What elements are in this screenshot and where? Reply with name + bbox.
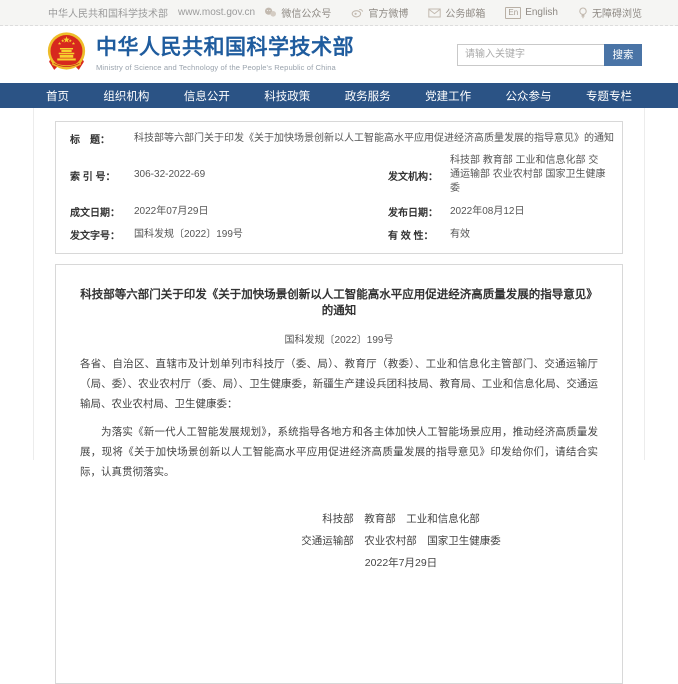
mail-icon — [428, 8, 441, 18]
document-paragraph: 各省、自治区、直辖市及计划单列市科技厅（委、局）、教育厅（教委）、工业和信息化主… — [80, 354, 598, 414]
meta-title-value: 科技部等六部门关于印发《关于加快场景创新以人工智能高水平应用促进经济高质量发展的… — [134, 128, 610, 150]
meta-validity-value: 有效 — [450, 224, 610, 246]
nav-item-home[interactable]: 首页 — [46, 88, 69, 104]
accessibility-icon — [578, 7, 588, 19]
document-body: 科技部等六部门关于印发《关于加快场景创新以人工智能高水平应用促进经济高质量发展的… — [55, 264, 623, 684]
document-paragraph: 为落实《新一代人工智能发展规划》，系统指导各地方和各主体加快人工智能场景应用，推… — [80, 422, 598, 482]
accessibility-link[interactable]: 无障碍浏览 — [578, 5, 642, 20]
document-metadata-table: 标 题： 科技部等六部门关于印发《关于加快场景创新以人工智能高水平应用促进经济高… — [55, 121, 623, 254]
site-url: www.most.gov.cn — [178, 7, 255, 18]
accessibility-label: 无障碍浏览 — [592, 5, 642, 20]
meta-written-date-label: 成文日期： — [70, 200, 134, 223]
signature-line: 科技部 教育部 工业和信息化部 — [142, 508, 660, 530]
meta-publish-date-value: 2022年08月12日 — [450, 201, 610, 223]
signature-line: 交通运输部 农业农村部 国家卫生健康委 — [142, 530, 660, 552]
signature-block: 科技部 教育部 工业和信息化部 交通运输部 农业农村部 国家卫生健康委 2022… — [142, 508, 660, 574]
mail-link[interactable]: 公务邮箱 — [428, 5, 485, 20]
weibo-icon — [351, 7, 364, 18]
nav-item-info-disclosure[interactable]: 信息公开 — [184, 88, 230, 104]
meta-index-label: 索 引 号： — [70, 164, 134, 187]
site-identity: 中华人民共和国科学技术部 www.most.gov.cn — [48, 5, 255, 20]
brand-text: 中华人民共和国科学技术部 Ministry of Science and Tec… — [96, 37, 354, 71]
main-nav: 首页 组织机构 信息公开 科技政策 政务服务 党建工作 公众参与 专题专栏 — [0, 83, 678, 108]
document-title: 科技部等六部门关于印发《关于加快场景创新以人工智能高水平应用促进经济高质量发展的… — [80, 287, 598, 319]
site-header: 中华人民共和国科学技术部 Ministry of Science and Tec… — [0, 26, 678, 83]
meta-publish-date-label: 发布日期： — [388, 200, 450, 223]
english-label: English — [525, 7, 558, 18]
weibo-link[interactable]: 官方微博 — [351, 5, 408, 20]
weibo-label: 官方微博 — [368, 5, 408, 20]
meta-doc-number-value: 国科发规〔2022〕199号 — [134, 224, 388, 246]
document-number: 国科发规〔2022〕199号 — [80, 331, 598, 346]
wechat-link[interactable]: 微信公众号 — [264, 5, 331, 20]
en-icon: En — [505, 7, 521, 19]
meta-index-value: 306-32-2022-69 — [134, 164, 388, 186]
content-wrapper: 标 题： 科技部等六部门关于印发《关于加快场景创新以人工智能高水平应用促进经济高… — [33, 108, 645, 460]
site-name: 中华人民共和国科学技术部 — [48, 5, 168, 20]
nav-item-public-participation[interactable]: 公众参与 — [506, 88, 552, 104]
nav-item-organization[interactable]: 组织机构 — [103, 88, 149, 104]
meta-doc-number-label: 发文字号： — [70, 223, 134, 246]
nav-item-gov-services[interactable]: 政务服务 — [345, 88, 391, 104]
wechat-icon — [264, 7, 277, 18]
ministry-subtitle-en: Ministry of Science and Technology of th… — [96, 63, 354, 72]
meta-written-date-value: 2022年07月29日 — [134, 201, 388, 223]
nav-item-sci-tech-policy[interactable]: 科技政策 — [264, 88, 310, 104]
meta-validity-label: 有 效 性： — [388, 223, 450, 246]
top-utility-bar: 中华人民共和国科学技术部 www.most.gov.cn 微信公众号 官方微博 … — [0, 0, 678, 26]
search-bar: 搜索 — [457, 44, 642, 66]
topbar-links: 微信公众号 官方微博 公务邮箱 En English 无障碍浏览 — [264, 5, 642, 20]
english-link[interactable]: En English — [505, 7, 558, 19]
signature-date: 2022年7月29日 — [142, 552, 660, 574]
ministry-title: 中华人民共和国科学技术部 — [96, 37, 354, 59]
nav-item-party-building[interactable]: 党建工作 — [425, 88, 471, 104]
mail-label: 公务邮箱 — [445, 5, 485, 20]
national-emblem-icon — [46, 31, 87, 79]
meta-issuer-label: 发文机构： — [388, 164, 450, 187]
meta-title-label: 标 题： — [70, 127, 134, 150]
search-button[interactable]: 搜索 — [604, 44, 642, 66]
brand-home-link[interactable]: 中华人民共和国科学技术部 Ministry of Science and Tec… — [46, 31, 354, 79]
nav-item-special-topics[interactable]: 专题专栏 — [586, 88, 632, 104]
search-input[interactable] — [457, 44, 604, 66]
meta-issuer-value: 科技部 教育部 工业和信息化部 交通运输部 农业农村部 国家卫生健康委 — [450, 150, 610, 200]
wechat-label: 微信公众号 — [281, 5, 331, 20]
